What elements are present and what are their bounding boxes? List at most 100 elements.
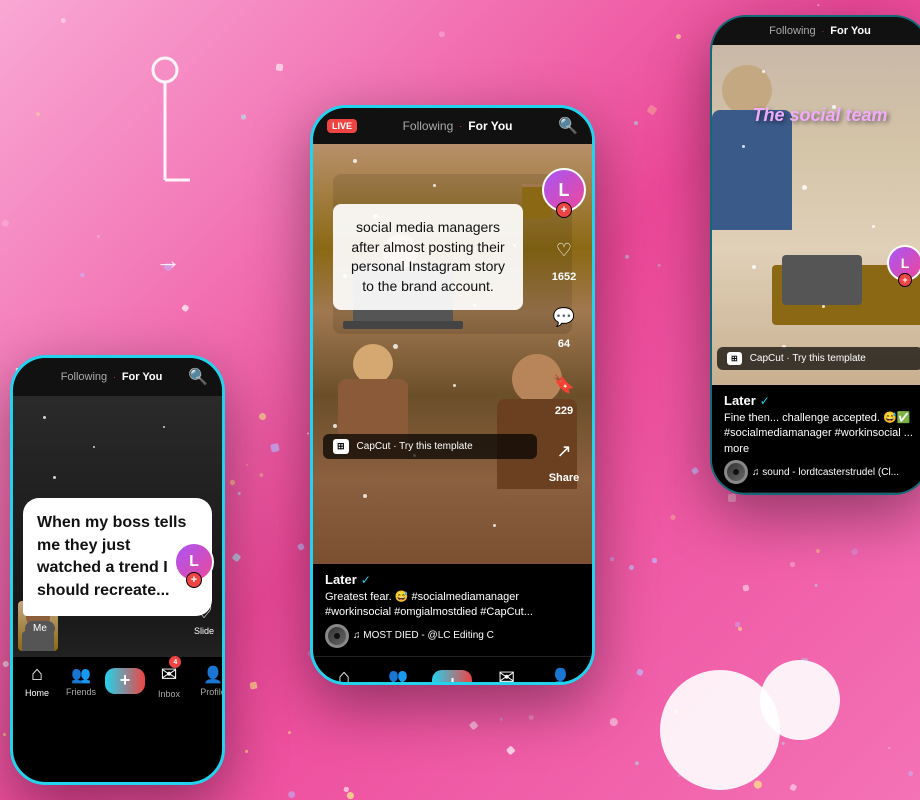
center-avatar[interactable]: L + (542, 168, 586, 212)
center-bottom-nav: ⌂ Home 👥 Friends + ✉ Inbox 👤 Profile (313, 656, 592, 685)
left-nav-add[interactable]: + (103, 668, 147, 694)
left-nav-inbox[interactable]: ✉4 Inbox (147, 662, 191, 699)
right-video-area: The social team ⊞ CapCut · Try this temp… (712, 45, 920, 385)
center-share-btn[interactable]: ↗ Share (546, 433, 582, 484)
left-separator: · (113, 373, 116, 382)
right-plus-badge: + (898, 273, 912, 287)
center-capcut-text: CapCut · Try this template (357, 441, 473, 452)
right-capcut-logo: ⊞ (727, 352, 742, 365)
right-social-team-text: The social team (717, 105, 920, 126)
right-phone-topbar: Following · For You (712, 17, 920, 45)
center-username-row: Later ✓ (325, 572, 580, 587)
left-profile-icon: 👤 (203, 665, 223, 685)
right-capcut-banner[interactable]: ⊞ CapCut · Try this template (717, 347, 920, 370)
right-capcut-text: CapCut · Try this template (750, 353, 866, 364)
left-home-label: Home (25, 688, 49, 698)
right-bottom-nav: ⌂ Home 👥 Friends + ✉4 Inbox 👤 Pr... (712, 492, 920, 495)
center-like-icon: ♡ (546, 232, 582, 268)
center-like-count: 1652 (552, 271, 576, 283)
right-music-text: ♫ sound - lordtcasterstrudel (Cl... (752, 467, 899, 478)
center-caption-text: social media managers after almost posti… (349, 218, 507, 296)
center-nav-add[interactable]: + (430, 670, 474, 685)
right-nav-links[interactable]: Following · For You (769, 25, 871, 37)
right-username-row: Later ✓ (724, 393, 916, 408)
left-profile-label: Profile (200, 687, 225, 697)
right-separator: · (822, 27, 825, 36)
right-username[interactable]: Later (724, 393, 756, 408)
left-friends-icon: 👥 (71, 665, 91, 685)
center-username[interactable]: Later (325, 572, 357, 587)
left-video-area: When my boss tells me they just watched … (13, 396, 222, 656)
center-friends-icon: 👥 (388, 667, 408, 685)
left-like-count: Slide (194, 626, 214, 636)
center-capcut-logo: ⊞ (333, 439, 349, 454)
center-add-icon: + (447, 673, 458, 685)
center-search-icon[interactable]: 🔍 (558, 116, 578, 136)
decorative-circle-2 (760, 660, 840, 740)
key-icon (140, 50, 190, 215)
center-inbox-icon: ✉ (498, 665, 515, 685)
left-nav-friends[interactable]: 👥 Friends (59, 665, 103, 697)
arrow-right-icon: → (155, 245, 181, 276)
left-inbox-label: Inbox (158, 689, 180, 699)
center-comment-icon: 💬 (546, 299, 582, 335)
center-bookmark-icon: 🔖 (546, 366, 582, 402)
center-desc-text: Greatest fear. 😅 #socialmediamanager #wo… (325, 590, 580, 621)
center-comment-count: 64 (558, 338, 570, 350)
center-music-row: ♫ MOST DIED - @LC Editing C (325, 624, 580, 648)
center-like-btn[interactable]: ♡ 1652 (546, 232, 582, 283)
left-plus-badge: + (186, 572, 202, 588)
left-home-icon: ⌂ (31, 663, 43, 686)
center-share-icon: ↗ (546, 433, 582, 469)
left-avatar[interactable]: L + (174, 542, 214, 582)
center-home-icon: ⌂ (338, 666, 350, 685)
center-video-area: social media managers after almost posti… (313, 144, 592, 564)
center-music-text: ♫ MOST DIED - @LC Editing C (353, 630, 494, 641)
right-for-you-label[interactable]: For You (830, 25, 871, 37)
center-following-label[interactable]: Following (403, 119, 454, 133)
phone-left: Following · For You 🔍 When my boss tells… (10, 355, 225, 785)
right-desc-text: Fine then... challenge accepted. 😅✅ #soc… (724, 411, 916, 457)
center-video-desc: Later ✓ Greatest fear. 😅 #socialmediaman… (313, 564, 592, 656)
left-like-icon[interactable]: ♡ (195, 599, 213, 624)
me-label: Me (25, 621, 55, 636)
left-add-btn[interactable]: + (105, 668, 145, 694)
center-plus-badge[interactable]: + (556, 202, 572, 218)
left-nav-profile[interactable]: 👤 Profile (191, 665, 225, 697)
center-for-you-label[interactable]: For You (468, 119, 512, 133)
center-live-badge[interactable]: LIVE (327, 119, 357, 133)
left-add-icon: + (120, 670, 131, 691)
left-search-icon[interactable]: 🔍 (188, 367, 208, 387)
left-bottom-nav: ⌂ Home 👥 Friends + ✉4 Inbox 👤 Profile (13, 656, 222, 704)
center-caption-box: social media managers after almost posti… (333, 204, 523, 310)
right-music-disc (724, 460, 748, 484)
left-nav-home[interactable]: ⌂ Home (15, 663, 59, 698)
right-avatar[interactable]: L + (887, 245, 920, 281)
center-music-disc (325, 624, 349, 648)
right-following-label[interactable]: Following (769, 25, 815, 37)
left-inbox-icon: ✉4 (161, 662, 178, 687)
center-nav-links[interactable]: Following · For You (403, 119, 513, 133)
center-verified-badge: ✓ (361, 573, 371, 587)
center-profile-icon: 👤 (551, 667, 571, 685)
center-share-label: Share (549, 472, 580, 484)
left-friends-label: Friends (66, 687, 96, 697)
center-side-actions: L + ♡ 1652 💬 64 🔖 229 ↗ Share (542, 168, 586, 484)
center-separator: · (459, 121, 462, 131)
left-following-label[interactable]: Following (61, 371, 107, 383)
right-video-desc: Later ✓ Fine then... challenge accepted.… (712, 385, 920, 492)
phone-center: LIVE Following · For You 🔍 (310, 105, 595, 685)
center-phone-topbar: LIVE Following · For You 🔍 (313, 108, 592, 144)
center-comment-btn[interactable]: 💬 64 (546, 299, 582, 350)
center-bookmark-btn[interactable]: 🔖 229 (546, 366, 582, 417)
center-nav-inbox[interactable]: ✉ Inbox (485, 665, 529, 685)
left-for-you-label[interactable]: For You (122, 371, 163, 383)
center-nav-friends[interactable]: 👥 Friends (376, 667, 420, 685)
center-bookmark-count: 229 (555, 405, 573, 417)
right-verified-badge: ✓ (760, 394, 770, 408)
center-add-btn[interactable]: + (432, 670, 472, 685)
left-phone-topbar: Following · For You 🔍 (13, 358, 222, 396)
left-nav-links[interactable]: Following · For You (61, 371, 163, 383)
center-capcut-banner[interactable]: ⊞ CapCut · Try this template (323, 434, 537, 459)
right-music-row: ♫ sound - lordtcasterstrudel (Cl... (724, 460, 916, 484)
